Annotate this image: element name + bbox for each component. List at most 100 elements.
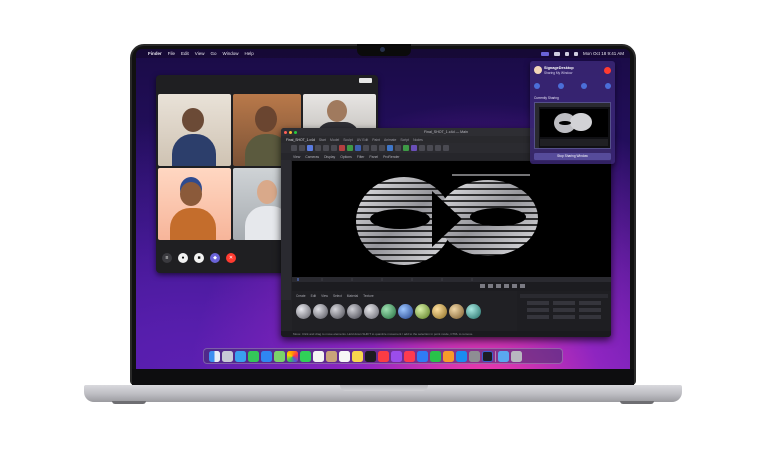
attr-field[interactable] [553,315,575,319]
timeline-panel[interactable] [292,277,611,291]
menu-help[interactable]: Help [245,51,254,56]
3d-viewport[interactable] [292,161,611,277]
facetime-badge[interactable] [359,78,372,83]
stop-sharing-button[interactable]: Stop Sharing Window [534,153,611,160]
scene-icon[interactable] [427,145,433,151]
attr-field[interactable] [527,308,549,312]
field-icon[interactable] [419,145,425,151]
material-swatch[interactable] [398,304,413,319]
notes-icon[interactable] [352,350,363,362]
messages-icon[interactable] [248,350,259,362]
material-swatch[interactable] [347,304,362,319]
menu-window[interactable]: Window [223,51,239,56]
material-swatch[interactable] [466,304,481,319]
menu-datetime[interactable]: Mon Oct 18 9:41 AM [583,51,624,56]
keynote-icon[interactable] [417,350,428,362]
scale-icon[interactable] [323,145,329,151]
material-swatch[interactable] [296,304,311,319]
tab-start[interactable]: Start [319,138,326,142]
attr-field[interactable] [527,315,549,319]
shareplay-icon[interactable]: ◆ [210,253,220,263]
menu-view[interactable]: View [195,51,205,56]
tab-model[interactable]: Model [330,138,339,142]
calendar-icon[interactable] [313,350,324,362]
numbers-icon[interactable] [430,350,441,362]
microphone-icon[interactable] [557,83,564,89]
zoom-button[interactable] [294,130,297,134]
tab-script[interactable]: Script [400,138,409,142]
attr-field[interactable] [527,301,549,305]
rotate-icon[interactable] [331,145,337,151]
maps-icon[interactable] [274,350,285,362]
close-button[interactable] [284,130,287,134]
deformer-icon[interactable] [411,145,417,151]
participant-tile-1[interactable] [158,94,231,166]
viewport-menu-panel[interactable]: Panel [369,155,378,159]
close-icon[interactable] [604,67,611,74]
safari-icon[interactable] [235,350,246,362]
tab-animate[interactable]: Animate [384,138,396,142]
camera-object-icon[interactable] [435,145,441,151]
select-icon[interactable] [307,145,313,151]
material-swatch[interactable] [449,304,464,319]
attr-field[interactable] [579,308,601,312]
tab-uv-edit[interactable]: UV Edit [357,138,369,142]
material-swatch[interactable] [364,304,379,319]
attr-field[interactable] [553,301,575,305]
contacts-icon[interactable] [326,350,337,362]
facetime-icon[interactable] [300,350,311,362]
downloads-folder-icon[interactable] [498,350,509,362]
microphone-icon[interactable]: ● [178,253,188,263]
render-settings-icon[interactable] [379,145,385,151]
screen-icon[interactable] [604,83,611,89]
menu-edit[interactable]: Edit [181,51,189,56]
tab-sculpt[interactable]: Sculpt [343,138,352,142]
attr-field[interactable] [579,301,601,305]
viewport-menu-cameras[interactable]: Cameras [305,155,319,159]
reminders-icon[interactable] [339,350,350,362]
render-icon[interactable] [371,145,377,151]
search-icon[interactable] [573,51,578,56]
move-icon[interactable] [315,145,321,151]
x-axis-icon[interactable] [339,145,345,151]
pages-icon[interactable] [443,350,454,362]
viewport-menu-view[interactable]: View [293,155,300,159]
viewport-menu-display[interactable]: Display [324,155,335,159]
material-swatch[interactable] [330,304,345,319]
battery-icon[interactable] [553,51,560,56]
message-icon[interactable] [534,83,540,89]
undo-icon[interactable] [291,145,297,151]
system-preferences-icon[interactable] [469,350,480,362]
generator-icon[interactable] [403,145,409,151]
spline-icon[interactable] [395,145,401,151]
material-swatch[interactable] [432,304,447,319]
mat-menu-texture[interactable]: Texture [363,294,373,298]
podcasts-icon[interactable] [391,350,402,362]
y-axis-icon[interactable] [347,145,353,151]
shared-window-thumbnail[interactable] [534,102,611,149]
attr-field[interactable] [553,308,575,312]
z-axis-icon[interactable] [355,145,361,151]
news-icon[interactable] [404,350,415,362]
mail-icon[interactable] [261,350,272,362]
material-swatch[interactable] [381,304,396,319]
video-icon[interactable] [581,83,588,89]
viewport-menu-options[interactable]: Options [340,155,352,159]
finder-icon[interactable] [209,350,220,362]
mat-menu-select[interactable]: Select [333,294,342,298]
tab-nodes[interactable]: Nodes [413,138,423,142]
material-swatch[interactable] [415,304,430,319]
app-store-icon[interactable] [456,350,467,362]
screen-share-status-icon[interactable] [540,51,549,56]
mat-menu-material[interactable]: Material [347,294,358,298]
sidebar-icon[interactable]: ≡ [162,253,172,263]
menu-app-name[interactable]: Finder [148,51,162,56]
music-icon[interactable] [378,350,389,362]
attr-field[interactable] [579,315,601,319]
cube-icon[interactable] [387,145,393,151]
minimize-button[interactable] [289,130,292,134]
viewport-menu-prorender[interactable]: ProRender [383,155,399,159]
launchpad-icon[interactable] [222,350,233,362]
mat-menu-edit[interactable]: Edit [311,294,317,298]
participant-tile-4[interactable] [158,168,231,240]
